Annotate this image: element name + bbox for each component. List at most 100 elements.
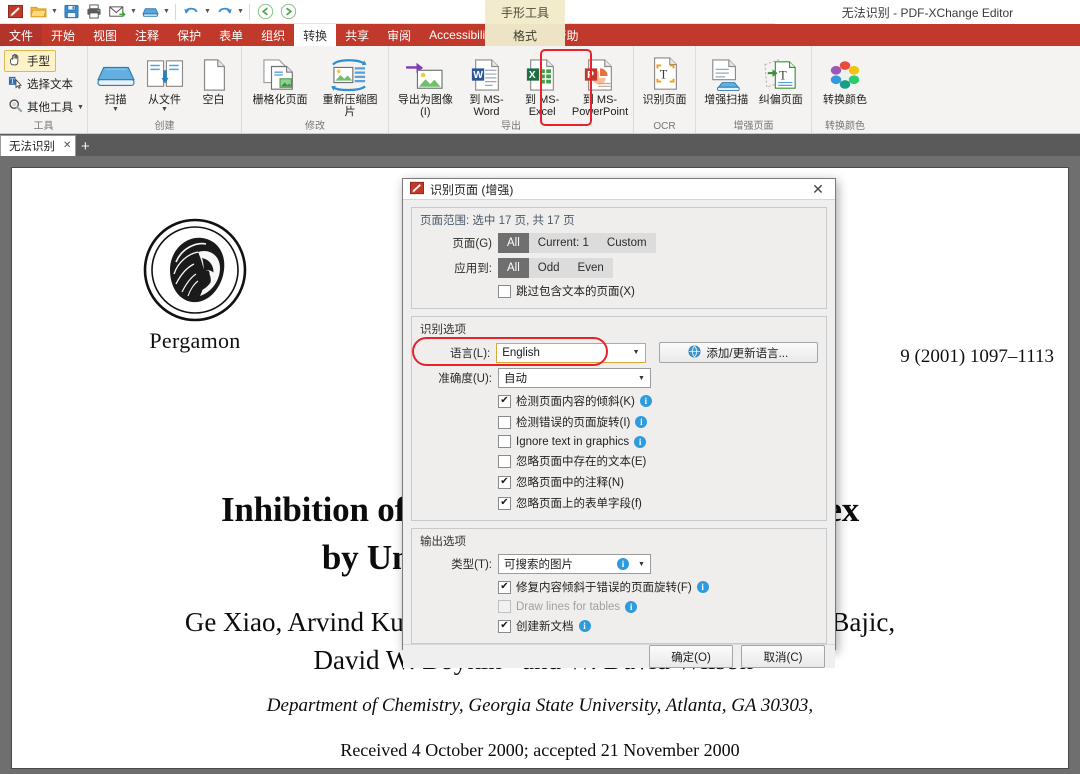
info-icon[interactable]: i (635, 416, 648, 428)
new-tab-icon[interactable]: + (76, 136, 94, 156)
from-file-icon (145, 54, 185, 92)
email-dropdown-icon[interactable]: ▼ (129, 1, 138, 23)
apply-option-odd[interactable]: Odd (528, 258, 569, 278)
ribbon-tab-share[interactable]: 共享 (336, 24, 378, 46)
export-powerpoint-button[interactable]: P 到 MS-PowerPoint (571, 51, 629, 119)
cancel-button[interactable]: 取消(C) (741, 645, 825, 668)
output-type-value: 可搜索的图片 (504, 559, 573, 571)
add-update-language-button[interactable]: 添加/更新语言... (658, 342, 818, 363)
skip-text-pages-label: 跳过包含文本的页面(X) (516, 286, 635, 298)
export-word-label: 到 MS-Word (469, 94, 504, 118)
ribbon-tab-convert[interactable]: 转换 (294, 24, 337, 46)
pages-option-current[interactable]: Current: 1 (528, 233, 598, 253)
dialog-title-bar[interactable]: 识别页面 (增强) ✕ (403, 179, 835, 200)
detect-wrong-rotation-checkbox[interactable] (498, 415, 511, 429)
fix-skew-rotation-row: ✔ 修复内容倾斜于错误的页面旋转(F) i (498, 579, 818, 595)
ribbon-tab-file[interactable]: 文件 (0, 24, 43, 46)
ribbon-tab-form[interactable]: 表单 (210, 24, 252, 46)
detect-content-skew-checkbox[interactable]: ✔ (498, 394, 511, 408)
dialog-footer: 确定(O) 取消(C) (403, 644, 835, 668)
export-word-button[interactable]: W 到 MS-Word (460, 51, 514, 119)
undo-dropdown-icon[interactable]: ▼ (203, 1, 212, 23)
chevron-down-icon[interactable]: ▼ (77, 104, 84, 111)
ocr-recognize-pages-button[interactable]: T 识别页面 (638, 51, 691, 107)
accuracy-select[interactable]: 自动 ▼ (498, 368, 651, 388)
chevron-down-icon[interactable]: ▼ (633, 369, 650, 387)
deskew-pages-button[interactable]: T 纠偏页面 (755, 51, 808, 107)
create-from-file-button[interactable]: 从文件 ▼ (141, 51, 188, 115)
save-icon[interactable] (60, 1, 82, 23)
svg-text:P: P (587, 70, 594, 81)
ignore-form-fields-checkbox[interactable]: ✔ (498, 496, 511, 510)
redo-dropdown-icon[interactable]: ▼ (236, 1, 245, 23)
info-icon[interactable]: i (578, 620, 591, 632)
ok-button[interactable]: 确定(O) (649, 645, 733, 668)
open-file-dropdown-icon[interactable]: ▼ (50, 1, 59, 23)
print-icon[interactable] (83, 1, 105, 23)
app-logo-icon[interactable] (4, 1, 26, 23)
ribbon-tab-format[interactable]: 格式 (485, 24, 565, 46)
ribbon-group-enhance-title: 增强页面 (733, 121, 774, 132)
info-icon[interactable]: i (639, 395, 652, 407)
create-scan-button[interactable]: 扫描 ▼ (92, 51, 139, 115)
create-blank-button[interactable]: 空白 ▼ (190, 51, 237, 115)
dialog-body: 页面范围: 选中 17 页, 共 17 页 页面(G) All Current:… (403, 200, 835, 644)
undo-icon[interactable] (180, 1, 202, 23)
ribbon-tab-organize[interactable]: 组织 (252, 24, 294, 46)
close-icon[interactable]: ✕ (807, 179, 829, 199)
pages-option-custom[interactable]: Custom (597, 233, 656, 253)
ribbon-group-modify: 栅格化页面 重新压缩图片 修改 (242, 46, 389, 133)
export-image-button[interactable]: 导出为图像(I) (393, 51, 458, 119)
enhance-scan-button[interactable]: 增强扫描 (700, 51, 753, 107)
chevron-down-icon[interactable]: ▼ (161, 106, 168, 114)
open-file-icon[interactable] (27, 1, 49, 23)
to-excel-icon: X (523, 54, 561, 92)
convert-colors-button[interactable]: 转换颜色 (816, 51, 874, 107)
info-icon[interactable]: i (634, 435, 647, 448)
language-value: English (502, 346, 540, 359)
ribbon-tab-protect[interactable]: 保护 (168, 24, 210, 46)
scan-dropdown-icon[interactable]: ▼ (162, 1, 171, 23)
tool-select-text[interactable]: T 选择文本 (4, 73, 79, 95)
scan-icon[interactable] (139, 1, 161, 23)
ribbon-tab-comment[interactable]: 注释 (126, 24, 168, 46)
ribbon-tab-view[interactable]: 视图 (84, 24, 126, 46)
apply-option-all[interactable]: All (498, 258, 529, 278)
tool-hand[interactable]: 手型 (4, 50, 56, 72)
language-select[interactable]: English ▼ (496, 342, 646, 363)
info-icon[interactable]: i (696, 581, 709, 593)
ribbon-tab-home[interactable]: 开始 (42, 24, 84, 46)
ignore-existing-text-checkbox[interactable] (498, 454, 511, 468)
recompress-images-label: 重新压缩图片 (322, 94, 378, 118)
back-icon[interactable] (254, 1, 276, 23)
rasterize-pages-button[interactable]: 栅格化页面 (246, 51, 314, 107)
tool-other-tools[interactable]: 其他工具 ▼ (4, 96, 90, 118)
forward-icon[interactable] (277, 1, 299, 23)
skip-text-pages-checkbox[interactable] (498, 284, 511, 298)
email-icon[interactable] (106, 1, 128, 23)
apply-option-even[interactable]: Even (568, 258, 613, 278)
chevron-down-icon[interactable]: ▼ (633, 555, 650, 573)
info-icon[interactable]: i (617, 558, 629, 570)
ignore-text-in-graphics-label: Ignore text in graphics (516, 435, 630, 448)
export-excel-button[interactable]: X 到 MS-Excel (515, 51, 569, 119)
recompress-images-button[interactable]: 重新压缩图片 (316, 51, 384, 119)
close-icon[interactable]: ✕ (63, 141, 71, 151)
info-icon[interactable]: i (625, 600, 638, 613)
export-image-icon (404, 54, 446, 92)
chevron-down-icon[interactable]: ▼ (112, 106, 119, 114)
create-new-document-checkbox[interactable]: ✔ (498, 619, 511, 633)
select-text-icon: T (8, 75, 23, 93)
chevron-down-icon[interactable]: ▼ (628, 344, 645, 362)
fix-content-skew-checkbox[interactable]: ✔ (498, 580, 511, 594)
pages-option-all[interactable]: All (498, 233, 529, 253)
ignore-existing-text-label: 忽略页面中存在的文本(E) (516, 456, 647, 468)
ignore-text-in-graphics-checkbox[interactable] (498, 435, 511, 448)
ribbon-group-tools-title: 工具 (33, 121, 54, 132)
create-from-file-label: 从文件 (148, 94, 181, 106)
ignore-comments-checkbox[interactable]: ✔ (498, 475, 511, 489)
redo-icon[interactable] (213, 1, 235, 23)
output-type-select[interactable]: 可搜索的图片 i ▼ (498, 554, 651, 574)
document-tab[interactable]: 无法识别 ✕ (0, 135, 77, 156)
ribbon-tab-review[interactable]: 审阅 (378, 24, 420, 46)
